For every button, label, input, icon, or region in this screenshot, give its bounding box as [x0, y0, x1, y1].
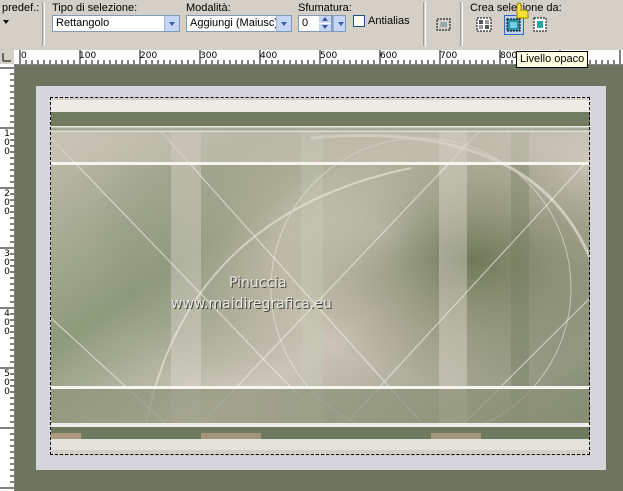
selection-type-value: Rettangolo	[56, 17, 110, 29]
create-from-transparent-icon	[533, 17, 547, 32]
ruler-label: 100	[4, 129, 10, 157]
selection-type-label: Tipo di selezione:	[52, 2, 138, 14]
ruler-label: 100	[79, 51, 97, 61]
vertical-ruler: 100 200 300 400 500	[0, 64, 15, 491]
select-all-icon	[436, 18, 451, 31]
dropdown-arrow-icon[interactable]	[333, 16, 345, 31]
ruler-label: 600	[380, 51, 398, 61]
ruler-label: 700	[440, 51, 458, 61]
preset-label: predef.:	[2, 2, 40, 14]
antialias-checkbox[interactable]	[353, 15, 365, 27]
mode-select[interactable]: Aggiungi (Maiusc)	[186, 15, 292, 32]
selection-type-select[interactable]: Rettangolo	[52, 15, 180, 32]
ruler-label: 500	[4, 369, 10, 397]
feather-value: 0	[302, 17, 309, 29]
create-from-transparent-button[interactable]	[530, 15, 550, 35]
dropdown-arrow-icon[interactable]	[164, 16, 179, 31]
mode-label: Modalità:	[186, 2, 231, 14]
create-from-mask-button[interactable]	[474, 15, 494, 35]
watermark-url: www.maidiregrafica.eu	[171, 296, 332, 312]
ruler-label: 300	[4, 249, 10, 277]
toolbar-separator	[42, 2, 45, 46]
image-canvas[interactable]: Pinuccia www.maidiregrafica.eu	[51, 98, 590, 456]
spin-up-icon[interactable]	[319, 16, 331, 23]
preset-dropdown-icon[interactable]	[3, 20, 9, 24]
tooltip: Livello opaco	[516, 51, 589, 68]
feather-dropdown[interactable]	[332, 15, 346, 32]
spin-down-icon[interactable]	[319, 24, 331, 31]
ruler-corner	[0, 50, 14, 64]
tool-options-bar: predef.: Tipo di selezione: Rettangolo M…	[0, 0, 623, 51]
watermark-name: Pinuccia	[229, 275, 287, 291]
toolbar-separator	[460, 2, 463, 46]
abstract-artwork	[51, 98, 590, 456]
ruler-label: 0	[21, 51, 27, 61]
dropdown-arrow-icon[interactable]	[276, 16, 291, 31]
ruler-label: 200	[4, 189, 10, 217]
ruler-label: 400	[4, 309, 10, 337]
create-from-mask-icon	[476, 17, 492, 32]
ruler-label: 400	[260, 51, 278, 61]
ruler-label: 200	[140, 51, 158, 61]
cursor-hand-icon	[516, 2, 529, 19]
ruler-label: 500	[320, 51, 338, 61]
select-all-button[interactable]	[434, 15, 454, 35]
mode-value: Aggiungi (Maiusc)	[190, 17, 279, 29]
feather-label: Sfumatura:	[298, 2, 352, 14]
toolbar-separator	[423, 2, 426, 46]
ruler-label: 300	[200, 51, 218, 61]
antialias-label: Antialias	[368, 15, 410, 27]
feather-spinbox[interactable]: 0	[298, 15, 332, 32]
ruler-label: 800	[500, 51, 518, 61]
